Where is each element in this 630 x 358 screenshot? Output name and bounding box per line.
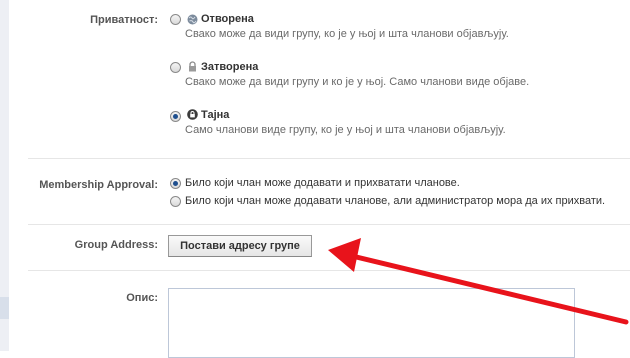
privacy-open-title: Отворена xyxy=(201,13,254,25)
membership-any-member-radio[interactable] xyxy=(170,178,181,189)
divider xyxy=(28,270,630,271)
membership-admin-approval-text: Било који члан може додавати чланове, ал… xyxy=(185,195,606,207)
divider xyxy=(28,158,630,159)
group-address-label: Group Address: xyxy=(74,239,158,251)
description-textarea[interactable] xyxy=(168,288,575,358)
privacy-closed-radio[interactable] xyxy=(170,62,181,73)
secret-lock-icon xyxy=(187,109,198,120)
privacy-closed-title: Затворена xyxy=(201,61,259,73)
membership-admin-approval-radio[interactable] xyxy=(170,196,181,207)
membership-label: Membership Approval: xyxy=(39,179,158,191)
sidebar-block xyxy=(0,297,9,319)
membership-any-member-text: Било који члан може додавати и прихватат… xyxy=(185,177,460,189)
privacy-closed-desc: Свако може да види групу и ко је у њој. … xyxy=(185,76,530,88)
lock-icon xyxy=(189,61,196,72)
privacy-label: Приватност: xyxy=(90,14,158,26)
left-sidebar-strip xyxy=(0,0,9,351)
privacy-open-desc: Свако може да види групу, ко је у њој и … xyxy=(185,28,509,40)
privacy-open-radio[interactable] xyxy=(170,14,181,25)
privacy-secret-desc: Само чланови виде групу, ко је у њој и ш… xyxy=(185,124,506,136)
description-label: Опис: xyxy=(126,292,158,304)
divider xyxy=(28,224,630,225)
set-group-address-button[interactable]: Постави адресу групе xyxy=(168,235,312,257)
privacy-secret-radio[interactable] xyxy=(170,111,181,122)
group-settings-form: Приватност: Отворена Свако може да види … xyxy=(10,0,630,358)
globe-icon xyxy=(187,14,198,25)
privacy-secret-title: Тајна xyxy=(201,109,230,121)
